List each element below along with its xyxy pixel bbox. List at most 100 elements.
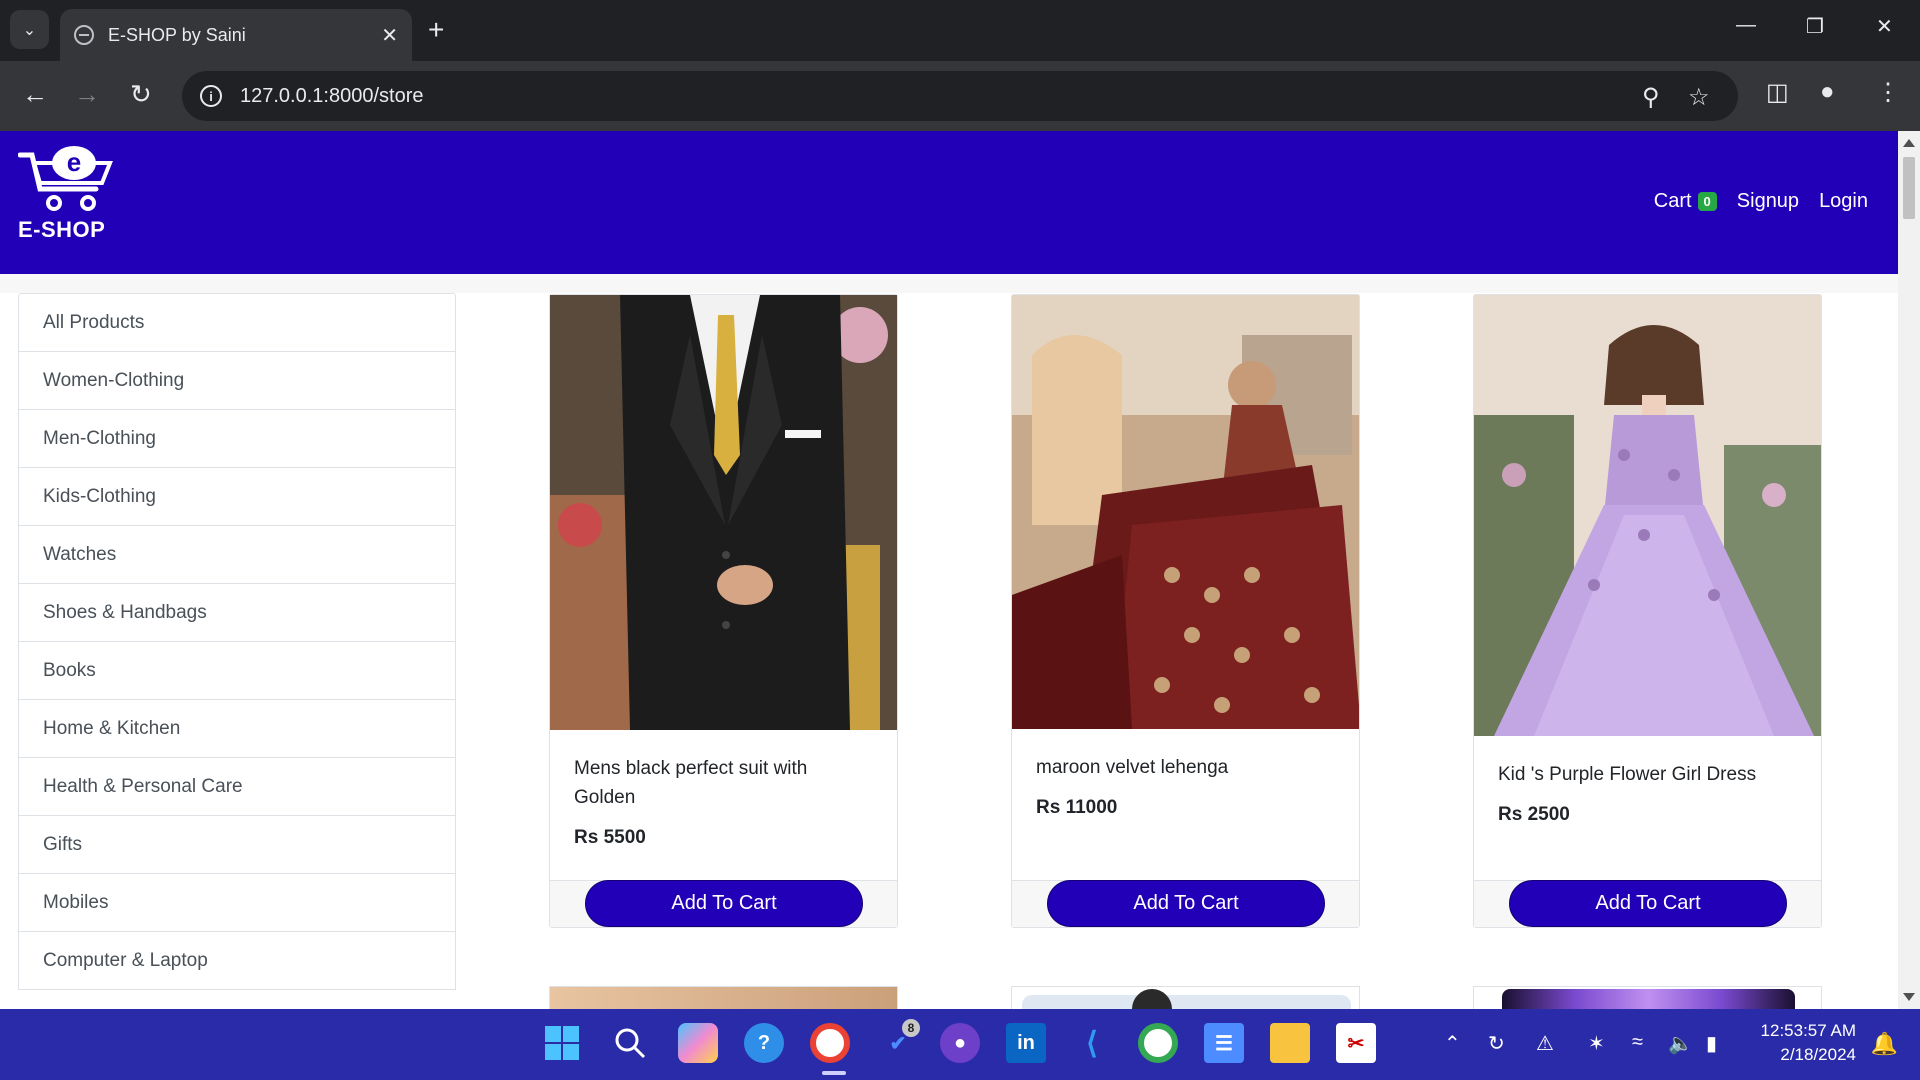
login-link[interactable]: Login: [1819, 190, 1868, 213]
product-price: Rs 11000: [1036, 797, 1118, 818]
active-app-indicator: [822, 1071, 846, 1075]
product-footer: Add To Cart: [1012, 880, 1359, 927]
category-kids-clothing[interactable]: Kids-Clothing: [18, 467, 456, 526]
new-tab-button[interactable]: +: [428, 14, 444, 46]
svg-text:e: e: [67, 147, 81, 177]
address-bar[interactable]: i 127.0.0.1:8000/store ⚲ ☆: [182, 71, 1738, 121]
search-icon[interactable]: [610, 1023, 650, 1063]
vscode-icon[interactable]: ⟨: [1072, 1023, 1112, 1063]
help-icon[interactable]: ?: [744, 1023, 784, 1063]
product-card-partial: [549, 986, 898, 1009]
page-scrollbar[interactable]: [1898, 131, 1920, 1009]
scroll-up-icon[interactable]: [1903, 139, 1915, 147]
product-body: maroon velvet lehenga Rs 11000: [1012, 729, 1359, 819]
sync-icon[interactable]: ↻: [1488, 1031, 1505, 1056]
product-image[interactable]: [1502, 989, 1795, 1009]
restore-icon[interactable]: ❐: [1806, 14, 1824, 39]
volume-icon[interactable]: 🔈: [1668, 1031, 1693, 1056]
clock[interactable]: 12:53:57 AM 2/18/2024: [1761, 1019, 1856, 1067]
tab-search-button[interactable]: ⌄: [10, 10, 49, 49]
product-card: Kid 's Purple Flower Girl Dress Rs 2500 …: [1473, 294, 1822, 928]
close-tab-icon[interactable]: ✕: [381, 23, 398, 48]
product-price: Rs 5500: [574, 827, 646, 848]
category-books[interactable]: Books: [18, 641, 456, 700]
product-name: Mens black perfect suit with Golden: [574, 758, 808, 808]
category-women-clothing[interactable]: Women-Clothing: [18, 351, 456, 410]
category-watches[interactable]: Watches: [18, 525, 456, 584]
zoom-icon[interactable]: ⚲: [1642, 83, 1660, 112]
windows-start-icon[interactable]: [542, 1023, 582, 1063]
file-explorer-icon[interactable]: [1270, 1023, 1310, 1063]
category-home-kitchen[interactable]: Home & Kitchen: [18, 699, 456, 758]
product-image[interactable]: [1022, 995, 1351, 1009]
product-image-detail: [1132, 989, 1172, 1009]
product-body: Mens black perfect suit with Golden Rs 5…: [550, 730, 897, 849]
close-window-icon[interactable]: ✕: [1876, 14, 1893, 39]
back-icon[interactable]: ←: [22, 79, 48, 109]
add-to-cart-button[interactable]: Add To Cart: [585, 880, 863, 927]
minimize-icon[interactable]: —: [1736, 14, 1756, 37]
profile-icon[interactable]: ●: [1820, 78, 1835, 106]
product-name: Kid 's Purple Flower Girl Dress: [1498, 764, 1757, 785]
nav-links: Cart 0 Signup Login: [1654, 190, 1868, 213]
category-computer-laptop[interactable]: Computer & Laptop: [18, 931, 456, 990]
shopping-cart-logo-icon: e: [18, 146, 113, 211]
cart-label: Cart: [1653, 190, 1692, 212]
category-men-clothing[interactable]: Men-Clothing: [18, 409, 456, 468]
site-navbar: e E-SHOP Cart 0 Signup Login: [0, 131, 1898, 274]
taskbar: ? ✔ 8 ● in ⟨ ☰ ✂ ⌃ ↻ ⚠ ✶ ≈ 🔈 ▮ 12:53:57 A…: [0, 1009, 1920, 1080]
security-warning-icon[interactable]: ⚠: [1536, 1031, 1554, 1056]
bluetooth-icon[interactable]: ✶: [1588, 1031, 1605, 1056]
copilot-icon[interactable]: [678, 1023, 718, 1063]
chrome-profile-icon[interactable]: [1138, 1023, 1178, 1063]
cart-link[interactable]: Cart 0: [1654, 190, 1717, 213]
browser-tab[interactable]: E-SHOP by Saini ✕: [60, 9, 412, 61]
content-separator: [0, 274, 1898, 293]
clock-date: 2/18/2024: [1780, 1045, 1856, 1064]
category-gifts[interactable]: Gifts: [18, 815, 456, 874]
scroll-thumb[interactable]: [1903, 157, 1915, 219]
brand-logo[interactable]: e E-SHOP: [18, 145, 122, 243]
chrome-icon[interactable]: [810, 1023, 850, 1063]
side-panel-icon[interactable]: ◫: [1766, 78, 1789, 107]
site-info-icon[interactable]: i: [200, 85, 222, 107]
show-hidden-icons[interactable]: ⌃: [1444, 1031, 1461, 1056]
page-viewport: e E-SHOP Cart 0 Signup Login All Product…: [0, 131, 1898, 1009]
product-footer: Add To Cart: [1474, 880, 1821, 927]
category-mobiles[interactable]: Mobiles: [18, 873, 456, 932]
product-image[interactable]: [550, 987, 897, 1009]
menu-icon[interactable]: ⋮: [1876, 78, 1900, 107]
product-price: Rs 2500: [1498, 804, 1570, 825]
product-card-partial: [1473, 986, 1822, 1009]
notification-bell-icon[interactable]: 🔔: [1871, 1031, 1898, 1057]
add-to-cart-button[interactable]: Add To Cart: [1509, 880, 1787, 927]
snipping-tool-icon[interactable]: ✂: [1336, 1023, 1376, 1063]
product-card: Mens black perfect suit with Golden Rs 5…: [549, 294, 898, 928]
signup-link[interactable]: Signup: [1737, 190, 1799, 213]
todo-badge: 8: [902, 1019, 920, 1037]
brand-name: E-SHOP: [18, 217, 106, 242]
reload-icon[interactable]: ↻: [130, 79, 152, 109]
tab-title: E-SHOP by Saini: [108, 24, 246, 45]
notepad-icon[interactable]: ☰: [1204, 1023, 1244, 1063]
scroll-down-icon[interactable]: [1903, 993, 1915, 1001]
globe-icon: [74, 25, 94, 45]
product-image[interactable]: [1012, 295, 1359, 729]
add-to-cart-button[interactable]: Add To Cart: [1047, 880, 1325, 927]
todo-icon[interactable]: ✔ 8: [878, 1019, 920, 1063]
product-image[interactable]: [550, 295, 897, 730]
product-image[interactable]: [1474, 295, 1821, 736]
url-text: 127.0.0.1:8000/store: [240, 84, 424, 107]
bookmark-star-icon[interactable]: ☆: [1688, 83, 1710, 112]
wifi-icon[interactable]: ≈: [1632, 1031, 1643, 1054]
forward-icon[interactable]: →: [74, 79, 100, 109]
cart-count-badge: 0: [1697, 192, 1717, 211]
github-icon[interactable]: ●: [940, 1023, 980, 1063]
battery-icon[interactable]: ▮: [1706, 1031, 1717, 1056]
browser-toolbar: ← → ↻ i 127.0.0.1:8000/store ⚲ ☆ ◫ ● ⋮: [0, 61, 1920, 131]
category-health-personal-care[interactable]: Health & Personal Care: [18, 757, 456, 816]
category-all-products[interactable]: All Products: [18, 293, 456, 352]
category-list: All Products Women-Clothing Men-Clothing…: [18, 293, 456, 990]
category-shoes-handbags[interactable]: Shoes & Handbags: [18, 583, 456, 642]
linkedin-icon[interactable]: in: [1006, 1023, 1046, 1063]
